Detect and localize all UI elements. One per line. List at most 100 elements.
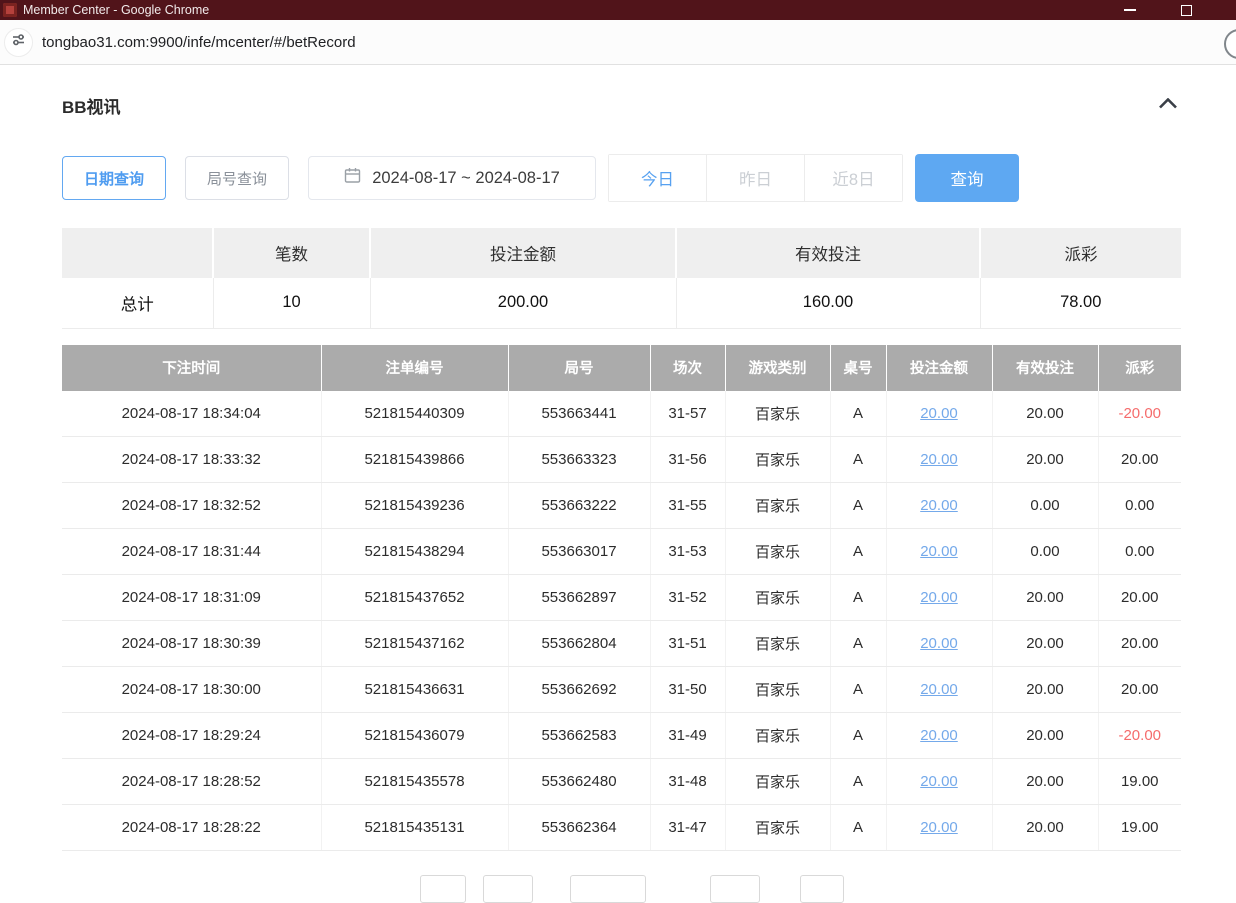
cell-round-no: 553662583 <box>508 713 650 759</box>
header-bet-amount: 投注金额 <box>886 345 992 391</box>
pagination-prev-button[interactable] <box>420 875 466 903</box>
bet-amount-link[interactable]: 20.00 <box>920 497 958 514</box>
window-titlebar: Member Center - Google Chrome <box>0 0 1236 20</box>
yesterday-button[interactable]: 昨日 <box>706 155 804 201</box>
table-row: 2024-08-17 18:31:44521815438294553663017… <box>62 529 1181 575</box>
summary-table: 笔数 投注金额 有效投注 派彩 总计 10 200.00 160.00 78.0… <box>62 228 1181 329</box>
cell-game-type: 百家乐 <box>725 759 830 805</box>
date-range-value: 2024-08-17 ~ 2024-08-17 <box>372 169 560 188</box>
minimize-button[interactable] <box>1114 0 1146 20</box>
header-valid-bet: 有效投注 <box>992 345 1098 391</box>
url-input[interactable]: tongbao31.com:9900/infe/mcenter/#/betRec… <box>42 34 356 51</box>
filter-bar: 日期查询 局号查询 2024-08-17 ~ 2024-08-17 今日 昨日 … <box>62 154 1181 202</box>
summary-total-row: 总计 10 200.00 160.00 78.00 <box>62 278 1181 328</box>
cell-time: 2024-08-17 18:31:44 <box>62 529 321 575</box>
cell-bet-amount: 20.00 <box>886 805 992 851</box>
today-button[interactable]: 今日 <box>609 155 706 201</box>
quick-range-group: 今日 昨日 近8日 <box>608 154 903 202</box>
maximize-button[interactable] <box>1170 0 1202 20</box>
table-row: 2024-08-17 18:28:52521815435578553662480… <box>62 759 1181 805</box>
app-icon <box>3 3 17 17</box>
last-8-days-button[interactable]: 近8日 <box>804 155 902 201</box>
round-query-tab[interactable]: 局号查询 <box>185 156 289 200</box>
bet-amount-link[interactable]: 20.00 <box>920 727 958 744</box>
cell-session: 31-55 <box>650 483 725 529</box>
summary-total-count: 10 <box>213 278 370 328</box>
cell-game-type: 百家乐 <box>725 621 830 667</box>
cell-round-no: 553663222 <box>508 483 650 529</box>
bet-amount-link[interactable]: 20.00 <box>920 543 958 560</box>
summary-corner-cell <box>62 228 213 278</box>
cell-order-no: 521815440309 <box>321 391 508 437</box>
cell-payout: 20.00 <box>1098 667 1181 713</box>
cell-order-no: 521815436079 <box>321 713 508 759</box>
calendar-icon <box>344 167 372 189</box>
cell-round-no: 553663017 <box>508 529 650 575</box>
pagination-size-select[interactable] <box>570 875 646 903</box>
header-table-no: 桌号 <box>830 345 886 391</box>
cell-time: 2024-08-17 18:34:04 <box>62 391 321 437</box>
cell-session: 31-50 <box>650 667 725 713</box>
pagination-next-button[interactable] <box>710 875 760 903</box>
bet-amount-link[interactable]: 20.00 <box>920 451 958 468</box>
chevron-up-icon <box>1158 96 1178 114</box>
summary-header-payout: 派彩 <box>980 228 1181 278</box>
cell-valid-bet: 20.00 <box>992 667 1098 713</box>
bet-amount-link[interactable]: 20.00 <box>920 773 958 790</box>
cell-time: 2024-08-17 18:31:09 <box>62 575 321 621</box>
cell-time: 2024-08-17 18:30:39 <box>62 621 321 667</box>
cell-payout: 19.00 <box>1098 759 1181 805</box>
bet-amount-link[interactable]: 20.00 <box>920 635 958 652</box>
pagination-jump-input[interactable] <box>800 875 844 903</box>
cell-game-type: 百家乐 <box>725 667 830 713</box>
cell-bet-amount: 20.00 <box>886 529 992 575</box>
bet-amount-link[interactable]: 20.00 <box>920 589 958 606</box>
cell-session: 31-57 <box>650 391 725 437</box>
date-query-tab[interactable]: 日期查询 <box>62 156 166 200</box>
address-bar: tongbao31.com:9900/infe/mcenter/#/betRec… <box>0 20 1236 65</box>
pagination-bar <box>0 875 1236 903</box>
table-row: 2024-08-17 18:33:32521815439866553663323… <box>62 437 1181 483</box>
pagination-page-button[interactable] <box>483 875 533 903</box>
cell-game-type: 百家乐 <box>725 391 830 437</box>
cell-payout: -20.00 <box>1098 391 1181 437</box>
summary-header-valid: 有效投注 <box>676 228 980 278</box>
cell-round-no: 553662480 <box>508 759 650 805</box>
cell-table-no: A <box>830 437 886 483</box>
table-row: 2024-08-17 18:30:00521815436631553662692… <box>62 667 1181 713</box>
cell-time: 2024-08-17 18:29:24 <box>62 713 321 759</box>
cell-order-no: 521815437162 <box>321 621 508 667</box>
cell-bet-amount: 20.00 <box>886 391 992 437</box>
cell-payout: 0.00 <box>1098 483 1181 529</box>
summary-total-label: 总计 <box>62 278 213 328</box>
cell-table-no: A <box>830 575 886 621</box>
date-range-picker[interactable]: 2024-08-17 ~ 2024-08-17 <box>308 156 596 200</box>
bet-amount-link[interactable]: 20.00 <box>920 681 958 698</box>
cell-table-no: A <box>830 621 886 667</box>
cell-table-no: A <box>830 391 886 437</box>
cell-bet-amount: 20.00 <box>886 437 992 483</box>
cell-payout: -20.00 <box>1098 713 1181 759</box>
summary-header-row: 笔数 投注金额 有效投注 派彩 <box>62 228 1181 278</box>
cell-time: 2024-08-17 18:28:22 <box>62 805 321 851</box>
bet-amount-link[interactable]: 20.00 <box>920 819 958 836</box>
cell-game-type: 百家乐 <box>725 437 830 483</box>
cell-order-no: 521815438294 <box>321 529 508 575</box>
section-header: BB视讯 <box>62 93 1181 117</box>
cell-game-type: 百家乐 <box>725 529 830 575</box>
bet-amount-link[interactable]: 20.00 <box>920 405 958 422</box>
cell-session: 31-53 <box>650 529 725 575</box>
cell-round-no: 553662804 <box>508 621 650 667</box>
summary-total-valid: 160.00 <box>676 278 980 328</box>
cell-round-no: 553662692 <box>508 667 650 713</box>
collapse-button[interactable] <box>1155 95 1181 115</box>
bet-table-header-row: 下注时间 注单编号 局号 场次 游戏类别 桌号 投注金额 有效投注 派彩 <box>62 345 1181 391</box>
search-button[interactable]: 查询 <box>915 154 1019 202</box>
cell-time: 2024-08-17 18:33:32 <box>62 437 321 483</box>
site-settings-button[interactable] <box>4 28 33 57</box>
cell-table-no: A <box>830 713 886 759</box>
cell-round-no: 553663323 <box>508 437 650 483</box>
cell-order-no: 521815439866 <box>321 437 508 483</box>
cell-valid-bet: 20.00 <box>992 575 1098 621</box>
browser-profile-icon[interactable] <box>1224 29 1236 59</box>
